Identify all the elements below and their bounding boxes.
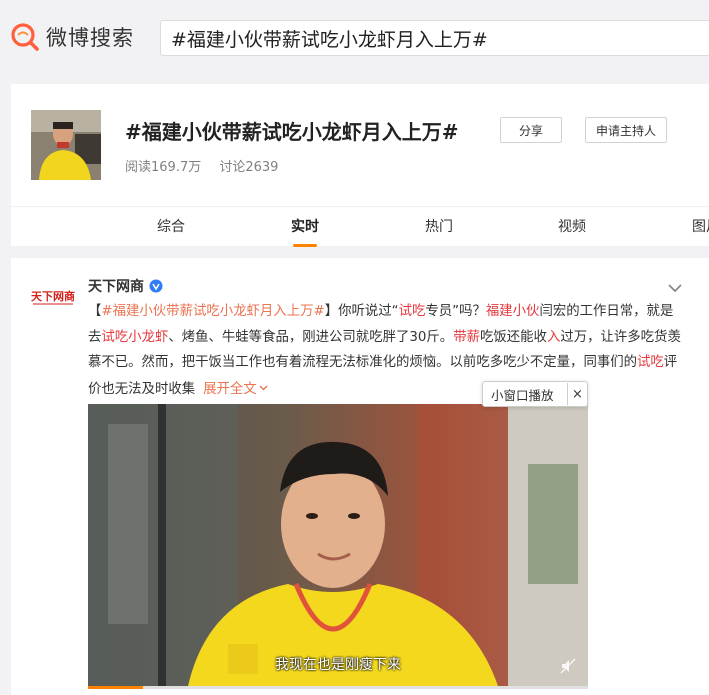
video-player[interactable]: 我现在也是刚瘦下来: [88, 404, 588, 686]
expand-full-text-link[interactable]: 展开全文: [203, 382, 268, 397]
avatar-logo-text: 天下网商: [31, 289, 75, 303]
author-name[interactable]: 天下网商: [88, 276, 144, 296]
video-subtitle: 我现在也是刚瘦下来: [275, 657, 401, 673]
topic-card: #福建小伙带薪试吃小龙虾月入上万# 阅读169.7万 讨论2639 分享 申请主…: [11, 84, 709, 206]
text-part: 、烤鱼、牛蛙等食品，刚进公司就吃胖了30斤。: [168, 329, 454, 345]
search-logo-icon: [10, 22, 40, 52]
tab-video[interactable]: 视频: [558, 207, 586, 247]
topic-thumbnail[interactable]: [31, 110, 101, 180]
tab-comprehensive[interactable]: 综合: [157, 207, 185, 247]
author-row: 天下网商: [88, 276, 163, 296]
topic-stats: 阅读169.7万 讨论2639: [125, 156, 278, 175]
tab-images[interactable]: 图片: [692, 207, 709, 247]
keyword-highlight: 带薪: [453, 329, 480, 345]
chevron-down-icon[interactable]: [667, 279, 683, 293]
text-part: 吃饭还能收: [479, 329, 547, 345]
chevron-down-icon: [259, 376, 268, 390]
mini-player-button[interactable]: 小窗口播放: [483, 385, 554, 404]
discuss-count: 讨论2639: [219, 160, 279, 175]
post-text: 【#福建小伙带薪试吃小龙虾月入上万#】你听说过“试吃专员”吗？福建小伙闫宏的工作…: [88, 299, 683, 402]
apply-host-button[interactable]: 申请主持人: [585, 117, 667, 143]
read-count: 阅读169.7万: [125, 160, 202, 175]
expand-label: 展开全文: [203, 381, 257, 397]
share-button[interactable]: 分享: [500, 117, 562, 143]
tab-hot[interactable]: 热门: [425, 207, 453, 247]
search-box[interactable]: [160, 20, 709, 56]
text-part: 【: [88, 304, 102, 319]
topic-title: #福建小伙带薪试吃小龙虾月入上万#: [125, 120, 459, 144]
logo-text: 微博搜索: [46, 26, 134, 50]
text-part: 专员”吗？: [425, 304, 486, 319]
close-icon[interactable]: ×: [567, 383, 587, 405]
text-part: 】你听说过“: [324, 304, 399, 319]
video-progress-fill: [88, 686, 143, 689]
tab-bar: 综合 实时 热门 视频 图片: [11, 206, 709, 247]
hashtag-link[interactable]: #福建小伙带薪试吃小龙虾月入上万#: [101, 304, 324, 319]
video-progress-bar[interactable]: [88, 686, 588, 689]
author-avatar[interactable]: 天下网商: [30, 288, 76, 308]
tab-realtime[interactable]: 实时: [291, 207, 319, 247]
keyword-highlight: 福建小伙: [485, 304, 540, 319]
keyword-highlight: 试吃: [637, 355, 664, 370]
weibo-search-logo[interactable]: 微博搜索: [10, 22, 134, 52]
video-frame: [88, 404, 588, 686]
keyword-highlight: 试吃小龙虾: [101, 329, 169, 345]
search-input[interactable]: [161, 21, 709, 55]
keyword-highlight: 试吃: [398, 304, 426, 319]
search-header: 微博搜索: [0, 0, 709, 80]
verified-badge-icon: [149, 279, 163, 293]
keyword-highlight: 入: [546, 329, 561, 345]
mini-player-popup: 小窗口播放 ×: [482, 381, 588, 407]
mute-icon[interactable]: [560, 658, 576, 674]
